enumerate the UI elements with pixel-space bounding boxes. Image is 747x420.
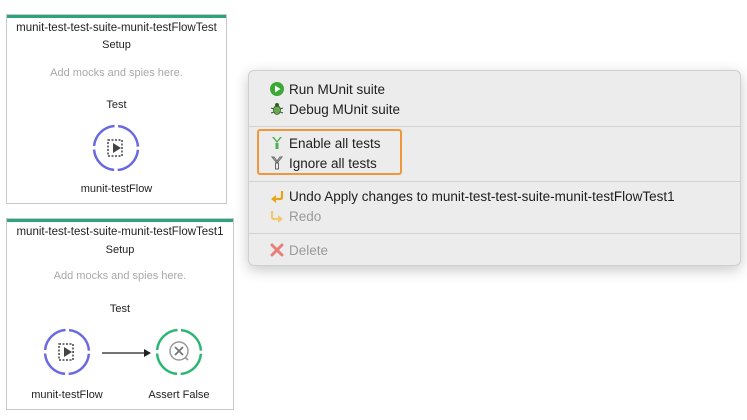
menu-separator — [249, 126, 740, 127]
menu-item-run-munit-suite[interactable]: Run MUnit suite — [269, 79, 385, 99]
ignore-tests-icon — [270, 156, 284, 170]
enable-tests-icon — [272, 137, 282, 149]
run-icon — [270, 82, 284, 96]
setup-label: Setup — [105, 244, 135, 256]
test-card-2[interactable]: munit-test-test-suite-munit-testFlowTest… — [6, 218, 234, 410]
test-label: Test — [106, 99, 127, 111]
flow-reference-icon[interactable] — [91, 123, 141, 173]
menu-item-undo[interactable]: Undo Apply changes to munit-test-test-su… — [269, 186, 675, 206]
card-accent-bar — [7, 219, 233, 222]
menu-item-label: Delete — [289, 242, 329, 258]
menu-item-redo[interactable]: Redo — [269, 206, 321, 226]
menu-item-label: Undo Apply changes to munit-test-test-su… — [289, 188, 675, 204]
redo-icon — [270, 211, 283, 223]
menu-item-ignore-all-tests[interactable]: Ignore all tests — [269, 153, 377, 173]
bug-icon — [270, 103, 284, 115]
card-accent-bar — [7, 15, 226, 18]
setup-hint: Add mocks and spies here. — [53, 270, 187, 282]
menu-item-label: Run MUnit suite — [289, 81, 386, 97]
menu-item-label: Ignore all tests — [289, 155, 377, 171]
menu-item-label: Redo — [289, 208, 322, 224]
context-menu: Run MUnit suite Debug MUnit suite Enable… — [248, 70, 741, 266]
menu-item-label: Debug MUnit suite — [289, 101, 401, 117]
flow-node-label: munit-testFlow — [80, 183, 153, 195]
menu-separator — [249, 233, 740, 234]
menu-item-delete[interactable]: Delete — [269, 240, 328, 260]
delete-icon — [270, 243, 284, 257]
flow-arrow — [102, 349, 151, 357]
card-title: munit-test-test-suite-munit-testFlowTest… — [16, 226, 224, 238]
setup-label: Setup — [102, 39, 131, 51]
card-title: munit-test-test-suite-munit-testFlowTest — [16, 22, 217, 34]
test-card-1[interactable]: munit-test-test-suite-munit-testFlowTest… — [6, 14, 227, 204]
menu-item-enable-all-tests[interactable]: Enable all tests — [269, 133, 381, 153]
menu-item-label: Enable all tests — [289, 135, 381, 151]
menu-separator — [249, 181, 740, 182]
test-label: Test — [109, 303, 131, 315]
flow-node-label: munit-testFlow — [31, 389, 103, 401]
undo-icon — [271, 191, 284, 203]
assert-node-label: Assert False — [148, 389, 210, 401]
flow-reference-icon[interactable] — [42, 327, 92, 377]
menu-item-debug-munit-suite[interactable]: Debug MUnit suite — [269, 99, 400, 119]
setup-hint: Add mocks and spies here. — [50, 67, 183, 79]
assert-false-icon[interactable] — [154, 327, 204, 377]
